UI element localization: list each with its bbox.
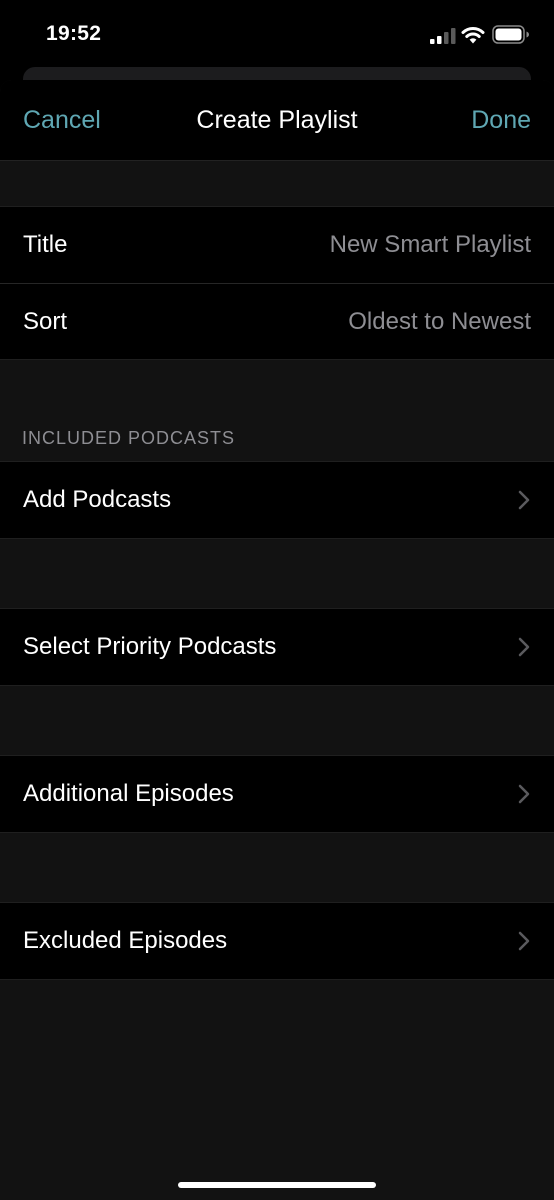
create-playlist-sheet: Cancel Create Playlist Done Title New Sm… bbox=[0, 80, 554, 1200]
wifi-icon bbox=[461, 27, 485, 44]
excluded-episodes-label: Excluded Episodes bbox=[23, 927, 228, 954]
included-podcasts-header: INCLUDED PODCASTS bbox=[22, 428, 236, 448]
page-title: Create Playlist bbox=[196, 106, 358, 134]
chevron-right-icon bbox=[518, 784, 530, 804]
done-button[interactable]: Done bbox=[471, 106, 531, 135]
select-priority-podcasts-row[interactable]: Select Priority Podcasts bbox=[0, 609, 554, 685]
chevron-right-icon bbox=[518, 931, 530, 951]
sort-row[interactable]: Sort Oldest to Newest bbox=[0, 283, 554, 359]
signal-icon bbox=[430, 28, 456, 44]
settings-group: Title New Smart Playlist Sort Oldest to … bbox=[0, 206, 554, 360]
battery-icon bbox=[492, 25, 529, 44]
chevron-right-icon bbox=[518, 490, 530, 510]
title-field[interactable]: New Smart Playlist bbox=[330, 231, 531, 259]
additional-episodes-group: Additional Episodes bbox=[0, 755, 554, 833]
add-podcasts-label: Add Podcasts bbox=[23, 486, 172, 513]
chevron-right-icon bbox=[518, 637, 530, 657]
add-podcasts-row[interactable]: Add Podcasts bbox=[0, 462, 554, 538]
sort-value: Oldest to Newest bbox=[348, 308, 531, 335]
home-indicator[interactable] bbox=[178, 1182, 376, 1188]
sort-label: Sort bbox=[23, 308, 68, 335]
title-label: Title bbox=[23, 231, 68, 258]
status-time: 19:52 bbox=[46, 22, 102, 45]
additional-episodes-label: Additional Episodes bbox=[23, 780, 234, 807]
excluded-episodes-row[interactable]: Excluded Episodes bbox=[0, 903, 554, 979]
select-priority-podcasts-label: Select Priority Podcasts bbox=[23, 633, 277, 660]
title-row[interactable]: Title New Smart Playlist bbox=[0, 207, 554, 283]
cancel-button[interactable]: Cancel bbox=[23, 106, 101, 135]
priority-podcasts-group: Select Priority Podcasts bbox=[0, 608, 554, 686]
excluded-episodes-group: Excluded Episodes bbox=[0, 902, 554, 980]
status-bar: 19:52 bbox=[0, 0, 554, 68]
included-podcasts-group: Add Podcasts bbox=[0, 461, 554, 539]
screen: 19:52 Cancel Create Playlist Done Title … bbox=[0, 0, 554, 1200]
additional-episodes-row[interactable]: Additional Episodes bbox=[0, 756, 554, 832]
navigation-bar: Cancel Create Playlist Done bbox=[0, 80, 554, 161]
